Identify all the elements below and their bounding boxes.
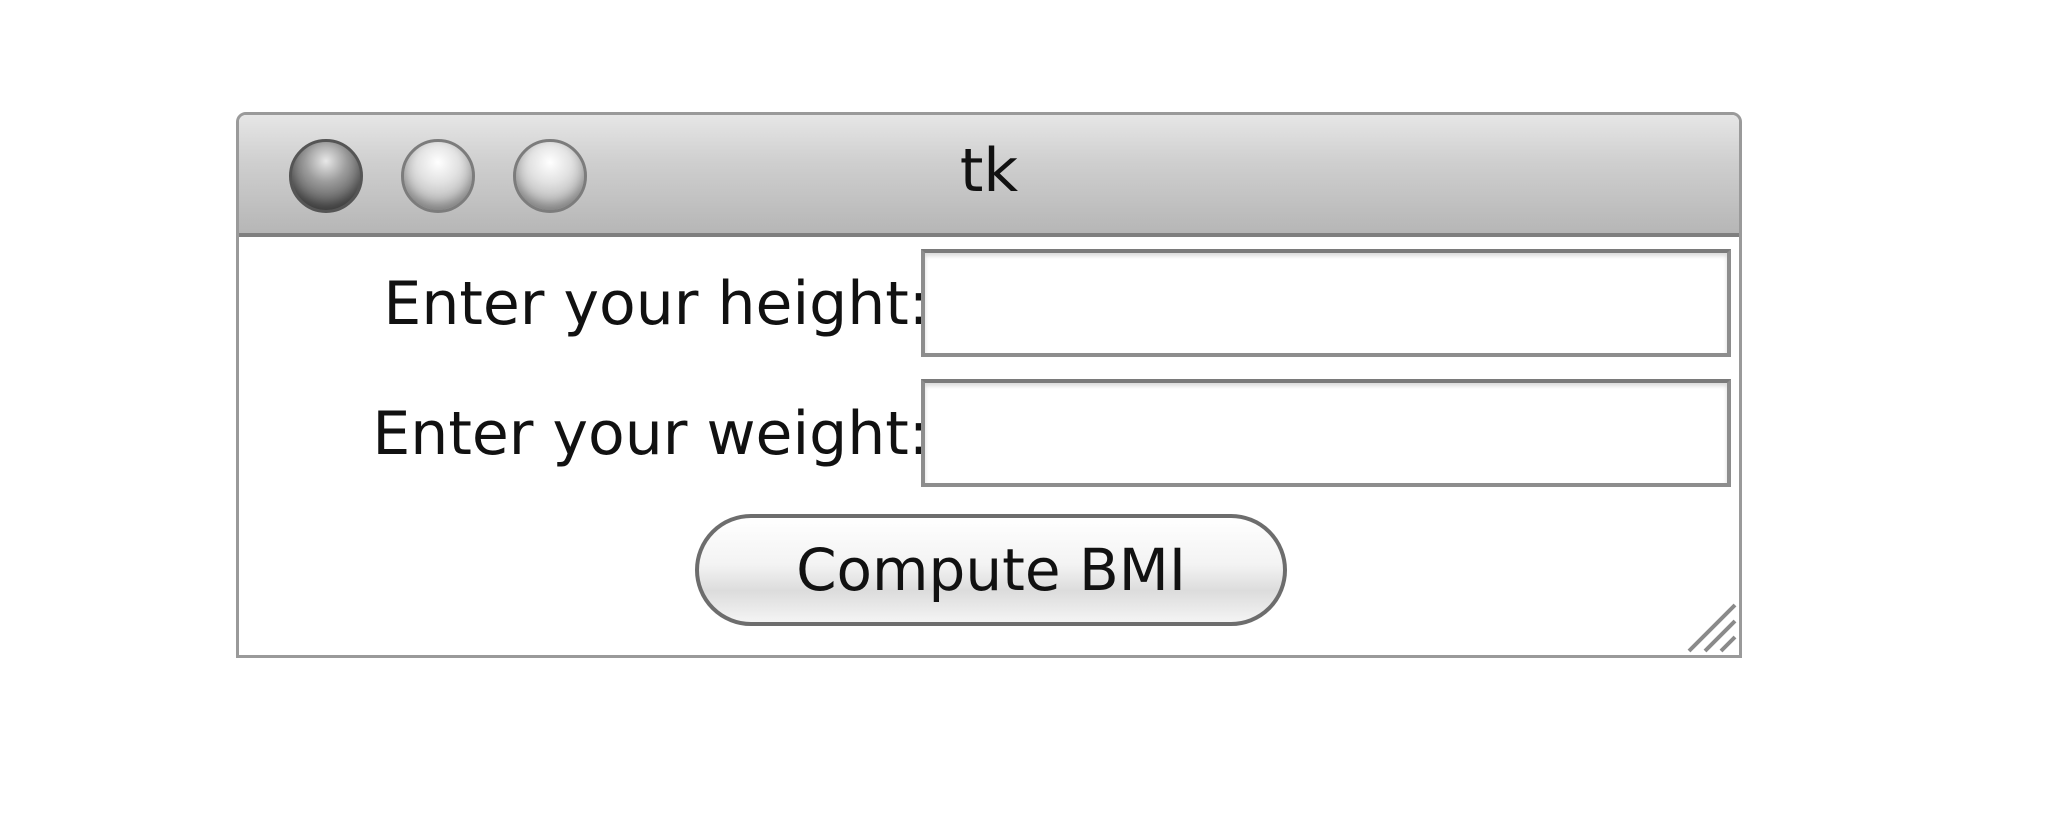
height-row: Enter your height: (239, 249, 1739, 357)
form-area: Enter your height: Enter your weight: Co… (239, 237, 1739, 655)
height-input[interactable] (921, 249, 1731, 357)
title-bar[interactable]: tk (239, 115, 1739, 237)
weight-input[interactable] (921, 379, 1731, 487)
app-window: tk Enter your height: Enter your weight:… (236, 112, 1742, 658)
window-title: tk (959, 136, 1019, 206)
compute-bmi-button[interactable]: Compute BMI (695, 514, 1287, 626)
resize-grip-icon[interactable] (1677, 593, 1737, 653)
screenshot-canvas: tk Enter your height: Enter your weight:… (0, 0, 2046, 818)
weight-label: Enter your weight: (372, 399, 929, 469)
weight-row: Enter your weight: (239, 379, 1739, 487)
height-label: Enter your height: (383, 269, 929, 339)
